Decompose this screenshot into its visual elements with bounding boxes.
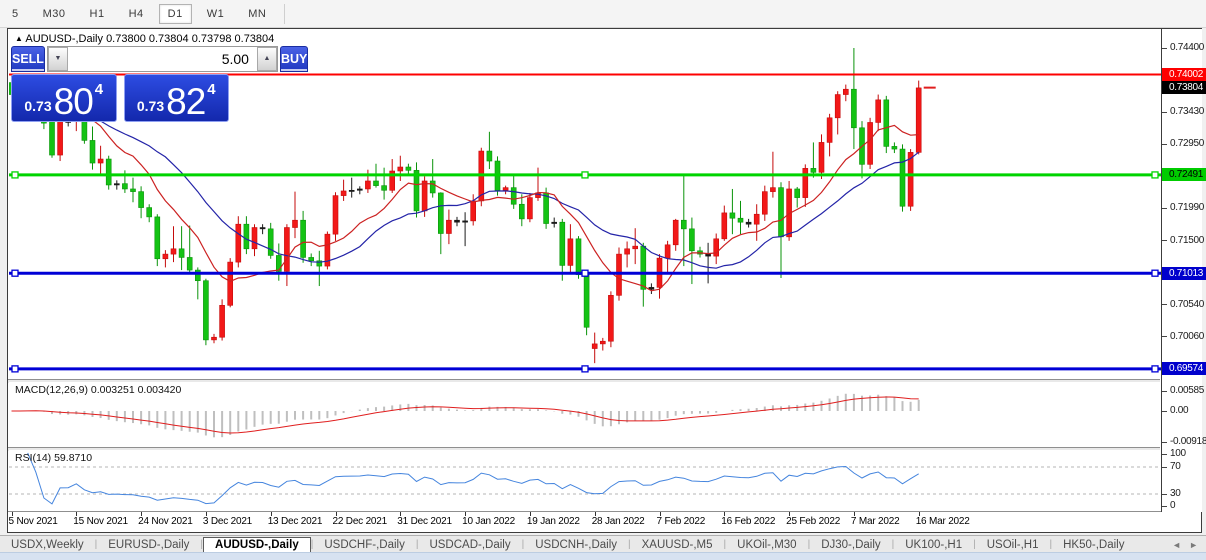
timeframe-button-m30[interactable]: M30 (34, 4, 75, 24)
axis-tick (1162, 506, 1167, 507)
symbol-tab-xauusd[interactable]: XAUUSD-,M5 (631, 538, 724, 552)
price-axis-label: 0.74400 (1170, 42, 1204, 53)
price-axis-label: 0.73430 (1170, 106, 1204, 117)
buy-price-button[interactable]: 0.73 82 4 (124, 74, 230, 122)
symbol-tab-hk50[interactable]: HK50-,Daily (1052, 538, 1135, 552)
price-axis-label: 0.71990 (1170, 202, 1204, 213)
axis-tick (1162, 391, 1167, 392)
time-axis-label: 16 Feb 2022 (721, 516, 775, 527)
chart-quote-ohlc: 0.73800 0.73804 0.73798 0.73804 (106, 33, 274, 45)
symbol-tab-bar: USDX,Weekly|EURUSD-,Daily|AUDUSD-,Daily|… (0, 535, 1206, 553)
axis-tick (1162, 454, 1167, 455)
macd-indicator-label: MACD(12,26,9) 0.003251 0.003420 (15, 384, 181, 396)
axis-tick (1162, 208, 1167, 209)
rsi-axis-label: 30 (1170, 488, 1181, 499)
price-level-tag: 0.69574 (1162, 362, 1206, 375)
timeframe-button-h1[interactable]: H1 (81, 4, 114, 24)
sell-price-big: 80 (54, 85, 93, 118)
timeframe-button-h4[interactable]: H4 (120, 4, 153, 24)
sell-price-button[interactable]: 0.73 80 4 (11, 74, 117, 122)
time-axis-label: 16 Mar 2022 (916, 516, 970, 527)
timeframe-toolbar: 5 M30 H1 H4 D1 W1MN (0, 0, 1206, 28)
time-axis-label: 7 Mar 2022 (851, 516, 900, 527)
price-level-tag: 0.72491 (1162, 168, 1206, 181)
chart-title: ▲ AUDUSD-,Daily 0.73800 0.73804 0.73798 … (15, 33, 274, 45)
axis-tick (1162, 240, 1167, 241)
time-axis-label: 5 Nov 2021 (9, 516, 58, 527)
symbol-tab-usoil[interactable]: USOil-,H1 (976, 538, 1050, 552)
rsi-axis-label: 100 (1170, 448, 1186, 459)
toolbar-separator (284, 4, 285, 24)
price-level-tag: 0.71013 (1162, 267, 1206, 280)
quantity-increase-button[interactable]: ▲ (257, 47, 277, 71)
timeframe-button-mn[interactable]: MN (239, 4, 275, 24)
timeframe-button-d1[interactable]: D1 (159, 4, 192, 24)
buy-price-big: 82 (166, 85, 205, 118)
price-axis-label: 0.72950 (1170, 138, 1204, 149)
axis-tick (1162, 48, 1167, 49)
timeframe-button-w1[interactable]: W1 (198, 4, 234, 24)
sell-price-base: 0.73 (24, 98, 51, 114)
symbol-tab-eurusd[interactable]: EURUSD-,Daily (97, 538, 200, 552)
rsi-indicator-label: RSI(14) 59.8710 (15, 452, 92, 464)
time-axis-label: 31 Dec 2021 (397, 516, 452, 527)
time-axis-label: 10 Jan 2022 (462, 516, 515, 527)
symbol-tab-dj30[interactable]: DJ30-,Daily (810, 538, 891, 552)
axis-tick (1162, 494, 1167, 495)
axis-tick (1162, 411, 1167, 412)
price-axis-label: 0.70060 (1170, 331, 1204, 342)
tab-scroll-left-icon[interactable]: ◄ (1172, 540, 1181, 550)
time-axis-label: 22 Dec 2021 (333, 516, 388, 527)
price-axis-label: 0.70540 (1170, 299, 1204, 310)
tab-scroll-arrows: ◄► (1172, 540, 1198, 550)
time-axis-label: 3 Dec 2021 (203, 516, 252, 527)
time-axis-label: 15 Nov 2021 (73, 516, 128, 527)
quantity-decrease-button[interactable]: ▼ (48, 47, 68, 71)
axis-tick (1162, 304, 1167, 305)
axis-tick (1162, 336, 1167, 337)
symbol-arrow-icon: ▲ (15, 34, 23, 43)
symbol-tab-usdchf[interactable]: USDCHF-,Daily (313, 538, 416, 552)
macd-axis-label: -0.00918 (1170, 436, 1206, 447)
symbol-tab-usdcnh[interactable]: USDCNH-,Daily (524, 538, 628, 552)
time-axis-label: 24 Nov 2021 (138, 516, 193, 527)
macd-pane[interactable] (9, 382, 1161, 447)
macd-axis-label: 0.00585 (1170, 385, 1204, 396)
timeframe-button-5[interactable]: 5 (3, 4, 28, 24)
rsi-pane[interactable] (9, 450, 1161, 511)
quantity-input[interactable] (68, 47, 257, 71)
chart-symbol-label: AUDUSD-,Daily (25, 33, 103, 45)
axis-tick (1162, 144, 1167, 145)
time-axis-label: 28 Jan 2022 (592, 516, 645, 527)
price-level-tag: 0.74002 (1162, 68, 1206, 81)
one-click-trading-panel: SELL ▼ ▲ BUY 0.73 80 4 0.73 82 4 (11, 46, 229, 122)
axis-tick (1162, 442, 1167, 443)
sell-button[interactable]: SELL (11, 46, 45, 72)
axis-tick (1162, 112, 1167, 113)
symbol-tab-usdcad[interactable]: USDCAD-,Daily (418, 538, 521, 552)
rsi-axis-label: 0 (1170, 500, 1175, 511)
symbol-tab-ukoil[interactable]: UKOil-,M30 (726, 538, 807, 552)
symbol-tab-audusd[interactable]: AUDUSD-,Daily (203, 537, 311, 553)
rsi-axis-label: 70 (1170, 461, 1181, 472)
time-axis-label: 13 Dec 2021 (268, 516, 323, 527)
axis-tick (1162, 467, 1167, 468)
price-axis-label: 0.71500 (1170, 235, 1204, 246)
time-axis[interactable]: 5 Nov 2021 15 Nov 2021 24 Nov 2021 3 Dec 20… (8, 512, 1200, 531)
buy-price-pip: 4 (207, 81, 215, 98)
time-axis-label: 7 Feb 2022 (657, 516, 706, 527)
sell-price-pip: 4 (95, 81, 103, 98)
price-axis[interactable]: 0.74400 0.73430 0.72950 0.71990 0.71500 0.705… (1161, 29, 1202, 512)
time-axis-label: 25 Feb 2022 (786, 516, 840, 527)
symbol-tab-uk100[interactable]: UK100-,H1 (894, 538, 973, 552)
symbol-tab-usdx[interactable]: USDX,Weekly (0, 538, 95, 552)
price-level-tag: 0.73804 (1162, 81, 1206, 94)
buy-price-base: 0.73 (137, 98, 164, 114)
time-axis-label: 19 Jan 2022 (527, 516, 580, 527)
buy-button[interactable]: BUY (280, 46, 308, 72)
macd-axis-label: 0.00 (1170, 405, 1188, 416)
tab-scroll-right-icon[interactable]: ► (1189, 540, 1198, 550)
